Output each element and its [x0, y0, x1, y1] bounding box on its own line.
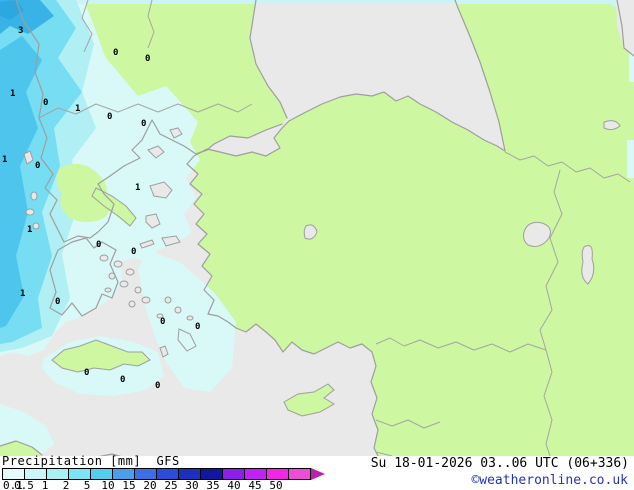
point-value: 0: [35, 161, 40, 171]
legend-title: Precipitation [mm] GFS: [2, 454, 180, 468]
tick-label-1: 1: [41, 479, 49, 490]
tick-label-30: 30: [185, 479, 199, 490]
point-value: 1: [135, 183, 140, 193]
point-value: 0: [84, 368, 89, 378]
island-dodecanese: [174, 306, 182, 314]
island-dodecanese: [186, 315, 194, 321]
point-value: 0: [155, 381, 160, 391]
island-cyclades: [119, 280, 129, 288]
point-value: 1: [75, 104, 80, 114]
island-cyclades: [113, 260, 123, 268]
tick-label-45: 45: [248, 479, 262, 490]
point-value: 1: [2, 155, 7, 165]
tick-label-25: 25: [164, 479, 178, 490]
legend-model-label: GFS: [156, 454, 180, 468]
point-value: 0: [141, 119, 146, 129]
island-cyclades: [134, 286, 142, 294]
point-value: 0: [96, 240, 101, 250]
legend-unit-label: [mm]: [110, 454, 142, 468]
legend-title-label: Precipitation: [2, 454, 103, 468]
colorbar-tick-labels: 0.1 0.5 1 2 5 10 15 20 25 30 35 40 45 50: [3, 479, 333, 490]
point-value: 0: [55, 297, 60, 307]
point-value: 0: [107, 112, 112, 122]
point-value: 0: [145, 54, 150, 64]
precip-trace-top-strip: [0, 0, 634, 4]
point-value: 0: [131, 247, 136, 257]
point-value: 1: [10, 89, 15, 99]
point-value: 1: [20, 289, 25, 299]
point-value: 0: [113, 48, 118, 58]
tick-label-35: 35: [206, 479, 220, 490]
island-cyclades: [141, 296, 151, 304]
island-cyclades: [99, 254, 109, 262]
point-value: 0: [120, 375, 125, 385]
point-value: 1: [27, 225, 32, 235]
tick-label-5: 5: [83, 479, 91, 490]
island-dodecanese: [164, 296, 172, 304]
legend-bar: Precipitation [mm] GFS 0.1 0.5 1 2 5 10 15 20 25…: [0, 454, 634, 490]
precip-trace-right-sliver2: [627, 140, 634, 178]
island-zakynthos: [32, 222, 40, 230]
point-value: 0: [43, 98, 48, 108]
copyright-link[interactable]: ©weatheronline.co.uk: [471, 473, 628, 488]
island-cyclades: [128, 300, 136, 308]
point-value: 3: [18, 26, 23, 36]
tick-label-10: 10: [101, 479, 115, 490]
island-lefkada: [30, 191, 38, 201]
forecast-timestamp: Su 18-01-2026 03..06 UTC (06+336): [370, 456, 629, 471]
island-cyclades: [104, 287, 112, 293]
lake-urmia: [581, 245, 595, 285]
precip-colorbar: [2, 468, 325, 480]
tick-label-50: 50: [269, 479, 283, 490]
tick-label-0.5: 0.5: [14, 479, 34, 490]
point-value: 0: [160, 317, 165, 327]
tick-label-15: 15: [122, 479, 136, 490]
point-value: 0: [195, 322, 200, 332]
tick-label-40: 40: [227, 479, 241, 490]
map-canvas[interactable]: 3 0 0 1 0 1 0 0 1 0 1 1 0 0 1 0 0 0 0 0 0: [0, 0, 634, 456]
island-cyclades: [125, 268, 135, 276]
tick-label-2: 2: [62, 479, 70, 490]
weather-map-app: 300101001011001000000 Precipitation [mm]…: [0, 0, 634, 490]
tick-label-20: 20: [143, 479, 157, 490]
island-kefalonia: [25, 208, 35, 216]
